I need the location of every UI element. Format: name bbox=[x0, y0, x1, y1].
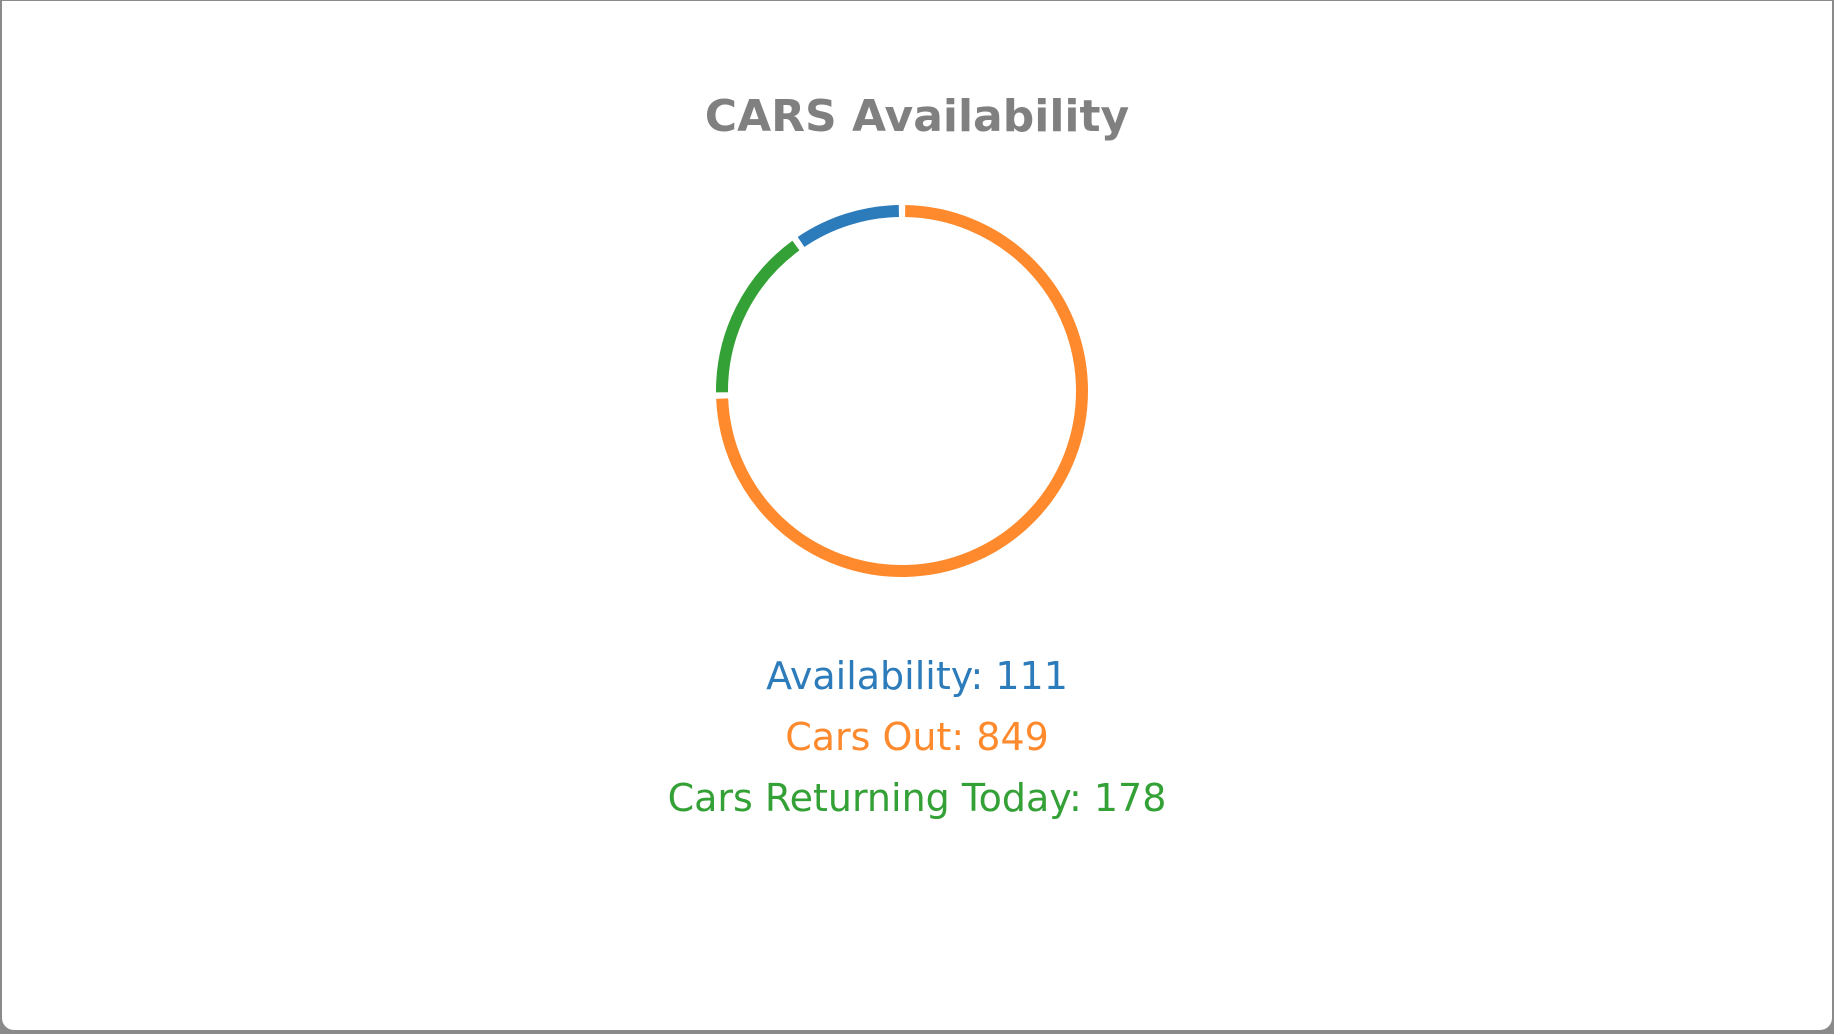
donut-slice-availability bbox=[797, 205, 900, 247]
legend-item-cars-returning-today: Cars Returning Today: 178 bbox=[667, 776, 1167, 820]
legend-item-availability: Availability: 111 bbox=[766, 654, 1068, 698]
chart-title: CARS Availability bbox=[704, 91, 1130, 142]
legend-item-cars-out: Cars Out: 849 bbox=[785, 715, 1049, 759]
chart-legend: Availability: 111 Cars Out: 849 Cars Ret… bbox=[2, 646, 1832, 829]
donut-slice-cars-returning-today bbox=[716, 240, 800, 393]
donut-chart bbox=[716, 205, 1088, 577]
chart-card: CARS Availability Availability: 111 Cars… bbox=[2, 1, 1832, 1030]
